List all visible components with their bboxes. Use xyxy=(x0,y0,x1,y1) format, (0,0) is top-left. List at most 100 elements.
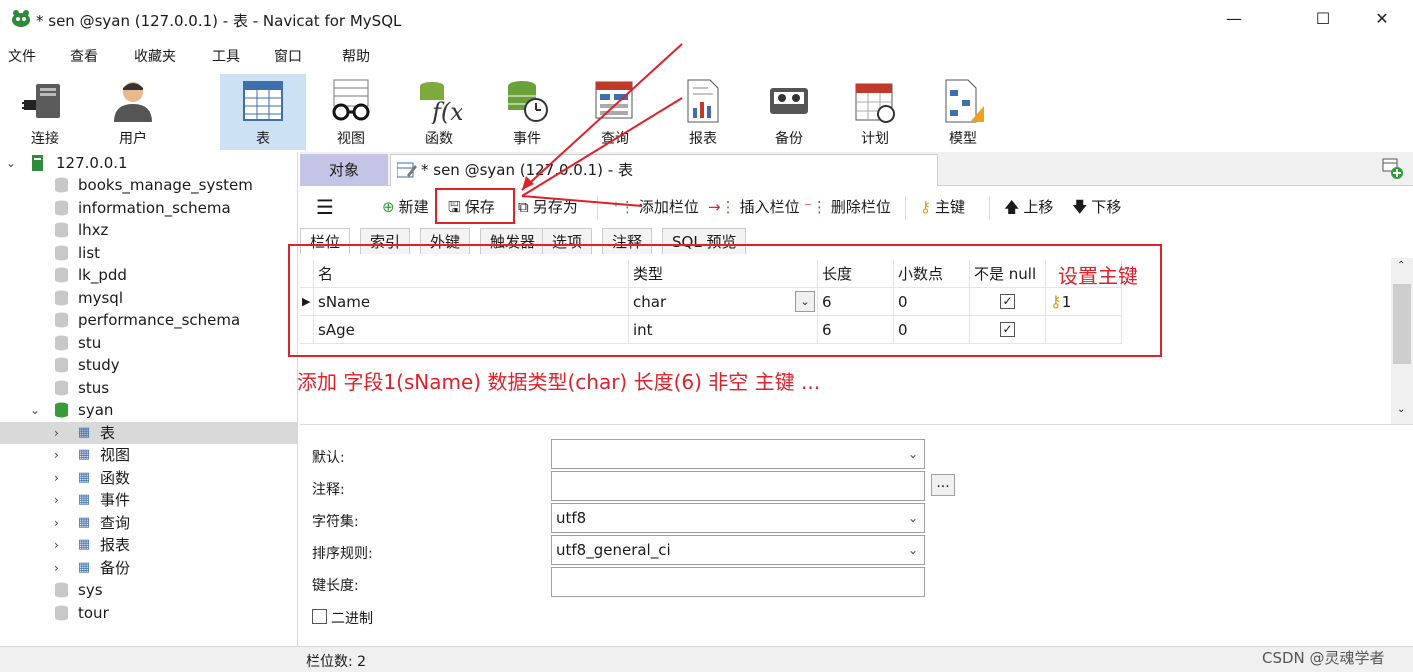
chevron-down-icon[interactable]: ⌄ xyxy=(6,152,18,174)
default-select[interactable]: ⌄ xyxy=(551,439,925,469)
comment-input[interactable] xyxy=(551,471,925,501)
tree-database-1[interactable]: information_schema xyxy=(0,197,297,219)
toolbar-separator xyxy=(905,196,906,220)
toolbar-event-button[interactable]: 事件 xyxy=(484,74,570,150)
arrow-down-icon: 🡇 xyxy=(1072,198,1088,216)
toolbar-user-button[interactable]: 用户 xyxy=(90,74,176,150)
toolbar-backup-button[interactable]: 备份 xyxy=(746,74,832,150)
event-clock-icon: ▦ xyxy=(77,492,91,507)
maximize-button[interactable]: ☐ xyxy=(1303,6,1343,32)
menu-file[interactable]: 文件 xyxy=(8,46,36,66)
toolbar-view-button[interactable]: 视图 xyxy=(308,74,394,150)
save-as-button[interactable]: ⧉ 另存为 xyxy=(518,196,578,218)
database-icon xyxy=(55,380,68,395)
toolbar-schedule-button[interactable]: 计划 xyxy=(832,74,918,150)
tree-database-9[interactable]: stus xyxy=(0,377,297,399)
tree-database-label: list xyxy=(78,243,101,262)
tree-connection-label: 127.0.0.1 xyxy=(56,154,128,172)
toolbar-connection-button[interactable]: 连接 xyxy=(0,74,90,150)
toolbar-model-label: 模型 xyxy=(949,131,977,147)
toolbar-report-button[interactable]: 报表 xyxy=(660,74,746,150)
tree-object-4[interactable]: › ▦ 查询 xyxy=(0,512,297,534)
primary-key-button[interactable]: ⚷ 主键 xyxy=(920,196,965,218)
annotation-explanation: 添加 字段1(sName) 数据类型(char) 长度(6) 非空 主键 ... xyxy=(297,370,821,394)
add-icon: ⊕ xyxy=(382,198,395,216)
tree-object-3[interactable]: › ▦ 事件 xyxy=(0,489,297,511)
chevron-down-icon: ⌄ xyxy=(907,543,918,557)
toolbar-function-button[interactable]: f(x) 函数 xyxy=(396,74,482,150)
tab-objects[interactable]: 对象 xyxy=(300,154,388,186)
tree-database-label: stu xyxy=(78,333,102,352)
toolbar-separator xyxy=(989,196,990,220)
tree-database-4[interactable]: lk_pdd xyxy=(0,264,297,286)
tree-object-0[interactable]: › ▦ 表 xyxy=(0,421,297,444)
function-icon: f(x) xyxy=(420,82,462,124)
collation-select[interactable]: utf8_general_ci ⌄ xyxy=(551,535,925,565)
arrow-up-icon: 🡅 xyxy=(1004,198,1020,216)
menu-view[interactable]: 查看 xyxy=(70,46,98,66)
chevron-right-icon[interactable]: › xyxy=(54,467,66,489)
tree-database-6[interactable]: performance_schema xyxy=(0,309,297,331)
menu-help[interactable]: 帮助 xyxy=(342,46,370,66)
key-length-input[interactable] xyxy=(551,567,925,597)
chevron-right-icon[interactable]: › xyxy=(54,512,66,534)
add-field-button[interactable]: ⁺⋮ 添加栏位 xyxy=(612,196,699,218)
scrollbar-thumb[interactable] xyxy=(1393,284,1411,364)
hamburger-icon[interactable]: ☰ xyxy=(316,196,334,218)
tree-connection[interactable]: ⌄ 127.0.0.1 xyxy=(0,152,297,174)
tree-object-label: 函数 xyxy=(100,468,131,487)
tree-database-3[interactable]: list xyxy=(0,242,297,264)
minimize-button[interactable]: — xyxy=(1214,6,1254,32)
tree-database-11[interactable]: sys xyxy=(0,579,297,601)
charset-select[interactable]: utf8 ⌄ xyxy=(551,503,925,533)
database-icon xyxy=(55,177,68,193)
menu-tools[interactable]: 工具 xyxy=(212,46,240,66)
table-icon xyxy=(243,81,283,121)
tree-object-1[interactable]: › ▦ 视图 xyxy=(0,444,297,466)
tree-object-5[interactable]: › ▦ 报表 xyxy=(0,534,297,556)
tree-database-12[interactable]: tour xyxy=(0,602,297,624)
tree-database-label: performance_schema xyxy=(78,311,241,329)
toolbar-model-button[interactable]: 模型 xyxy=(918,74,1008,150)
field-properties: 默认: ⌄ 注释: ... 字符集: utf8 ⌄ 排序规则: utf8_gene… xyxy=(300,424,1413,646)
tree-database-8[interactable]: study xyxy=(0,354,297,376)
table-icon: ▦ xyxy=(77,424,91,440)
binary-checkbox[interactable] xyxy=(312,609,327,624)
add-tab-icon[interactable] xyxy=(1382,158,1404,180)
delete-field-button[interactable]: ⁻⋮ 删除栏位 xyxy=(804,196,891,218)
navicat-app-icon xyxy=(12,10,30,27)
toolbar-table-button[interactable]: 表 xyxy=(220,74,306,150)
move-down-button[interactable]: 🡇 下移 xyxy=(1072,196,1121,218)
menu-window[interactable]: 窗口 xyxy=(274,46,302,66)
chevron-right-icon[interactable]: › xyxy=(54,489,66,511)
tab-table-editor[interactable]: * sen @syan (127.0.0.1) - 表 xyxy=(390,154,938,186)
chevron-right-icon[interactable]: › xyxy=(54,534,66,556)
primary-key-label: 主键 xyxy=(935,198,966,216)
tree-object-2[interactable]: › ▦ 函数 xyxy=(0,467,297,489)
close-button[interactable]: ✕ xyxy=(1362,6,1402,32)
menu-favorites[interactable]: 收藏夹 xyxy=(134,46,176,66)
tree-database-label: mysql xyxy=(78,288,123,307)
tree-database-7[interactable]: stu xyxy=(0,332,297,354)
chevron-right-icon[interactable]: › xyxy=(54,444,66,466)
tree-database-2[interactable]: lhxz xyxy=(0,219,297,241)
insert-field-button[interactable]: →⋮ 插入栏位 xyxy=(708,196,800,218)
move-up-button[interactable]: 🡅 上移 xyxy=(1004,196,1053,218)
scroll-down-icon[interactable]: ⌄ xyxy=(1397,404,1405,415)
tree-database-5[interactable]: mysql xyxy=(0,287,297,309)
toolbar-query-button[interactable]: 查询 xyxy=(572,74,658,150)
tree-database-0[interactable]: books_manage_system xyxy=(0,174,297,196)
tree-object-6[interactable]: › ▦ 备份 xyxy=(0,557,297,579)
tree-database-10[interactable]: ⌄ syan xyxy=(0,399,297,421)
chevron-down-icon[interactable]: ⌄ xyxy=(30,399,42,421)
comment-label: 注释: xyxy=(312,482,345,498)
tree-object-label: 视图 xyxy=(100,446,131,464)
grid-scrollbar[interactable]: ⌃ ⌄ xyxy=(1391,258,1413,424)
new-button[interactable]: ⊕ 新建 xyxy=(382,196,429,218)
scroll-up-icon[interactable]: ⌃ xyxy=(1397,260,1405,271)
add-field-label: 添加栏位 xyxy=(638,198,699,216)
connection-tree: ⌄ 127.0.0.1 books_manage_system informati… xyxy=(0,152,298,646)
chevron-right-icon[interactable]: › xyxy=(54,422,66,444)
comment-more-button[interactable]: ... xyxy=(931,474,955,496)
chevron-right-icon[interactable]: › xyxy=(54,557,66,579)
